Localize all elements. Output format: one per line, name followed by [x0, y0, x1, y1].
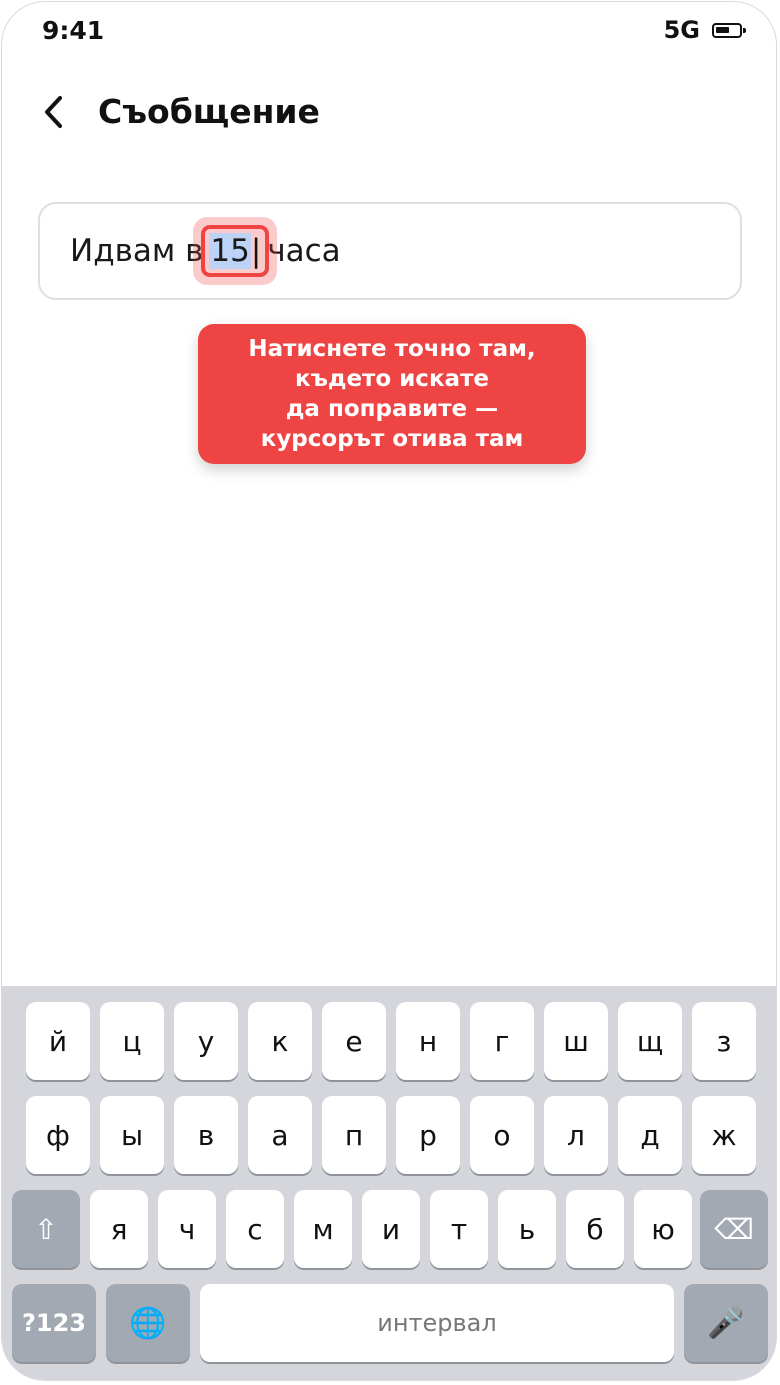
key-д[interactable]: д — [618, 1096, 682, 1174]
battery-icon — [712, 22, 746, 38]
selected-text[interactable]: 15 — [209, 233, 251, 269]
tooltip-line: Натиснете точно там, — [248, 336, 536, 362]
tooltip-line: курсорът отива там — [260, 426, 524, 452]
key-ч[interactable]: ч — [158, 1190, 216, 1268]
numbers-mode-key[interactable]: ?123 — [12, 1284, 96, 1362]
key-в[interactable]: в — [174, 1096, 238, 1174]
key-ы[interactable]: ы — [100, 1096, 164, 1174]
key-ф[interactable]: ф — [26, 1096, 90, 1174]
shift-key[interactable]: ⇧ — [12, 1190, 80, 1268]
key-щ[interactable]: щ — [618, 1002, 682, 1080]
chevron-left-icon — [45, 96, 62, 128]
globe-key[interactable]: 🌐 — [106, 1284, 190, 1362]
message-text-before: Идвам в — [70, 233, 204, 269]
message-text-after: часа — [267, 233, 341, 269]
key-б[interactable]: б — [566, 1190, 624, 1268]
network-label: 5G — [663, 16, 700, 44]
key-п[interactable]: п — [322, 1096, 386, 1174]
back-button[interactable] — [32, 90, 76, 134]
message-input[interactable]: Идвам в 15| часа — [38, 202, 742, 300]
space-key[interactable]: интервал — [200, 1284, 674, 1362]
microphone-key[interactable]: 🎤 — [684, 1284, 768, 1362]
text-cursor: | — [250, 233, 262, 269]
key-а[interactable]: а — [248, 1096, 312, 1174]
key-ж[interactable]: ж — [692, 1096, 756, 1174]
key-ю[interactable]: ю — [634, 1190, 692, 1268]
key-и[interactable]: и — [362, 1190, 420, 1268]
backspace-key[interactable]: ⌫ — [700, 1190, 768, 1268]
key-г[interactable]: г — [470, 1002, 534, 1080]
key-я[interactable]: я — [90, 1190, 148, 1268]
key-к[interactable]: к — [248, 1002, 312, 1080]
key-ь[interactable]: ь — [498, 1190, 556, 1268]
status-time: 9:41 — [42, 16, 105, 45]
key-м[interactable]: м — [294, 1190, 352, 1268]
key-ш[interactable]: ш — [544, 1002, 608, 1080]
key-е[interactable]: е — [322, 1002, 386, 1080]
key-т[interactable]: т — [430, 1190, 488, 1268]
key-й[interactable]: й — [26, 1002, 90, 1080]
key-р[interactable]: р — [396, 1096, 460, 1174]
phone-screen: 9:41 5G Съобщение Идвам в 15| часа Натисне… — [1, 1, 777, 1381]
on-screen-keyboard: й ц у к е н г ш щ з ф ы в а п р о л д ж … — [2, 986, 776, 1380]
key-н[interactable]: н — [396, 1002, 460, 1080]
key-с[interactable]: с — [226, 1190, 284, 1268]
tooltip-line: да поправите — — [285, 396, 499, 422]
key-л[interactable]: л — [544, 1096, 608, 1174]
key-о[interactable]: о — [470, 1096, 534, 1174]
tap-target-highlight[interactable]: 15| — [193, 217, 278, 285]
hint-tooltip: Натиснете точно там, където искате да по… — [198, 324, 586, 464]
key-ц[interactable]: ц — [100, 1002, 164, 1080]
key-з[interactable]: з — [692, 1002, 756, 1080]
page-title: Съобщение — [98, 92, 320, 131]
key-у[interactable]: у — [174, 1002, 238, 1080]
tooltip-line: където искате — [294, 366, 490, 392]
status-indicators: 5G — [663, 16, 746, 44]
